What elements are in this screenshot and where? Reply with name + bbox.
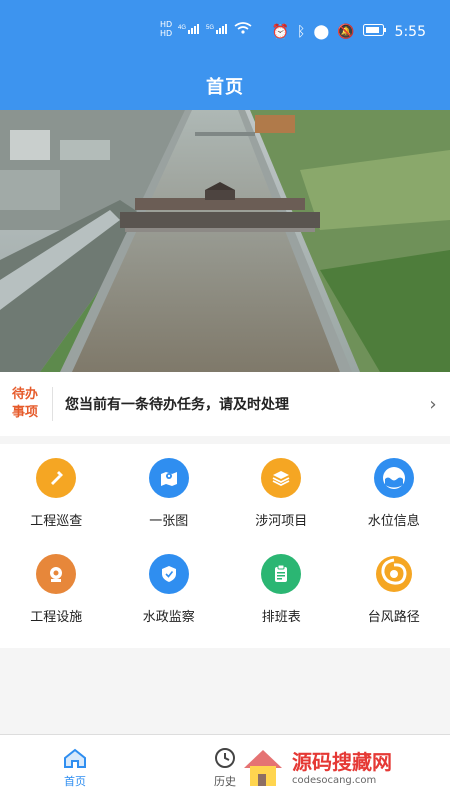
feature-label: 一张图 [149,514,189,529]
feature-item-inspection[interactable]: 工程巡查 [0,454,113,550]
watermark-logo-icon [244,750,282,786]
feature-label: 工程设施 [30,610,83,625]
watermark: 源码搜藏网 codesocang.com [240,746,440,792]
typhoon-icon [374,554,414,594]
todo-tag: 待办 事项 [0,386,50,422]
chevron-right-icon[interactable]: › [416,394,450,415]
feature-label: 水政监察 [142,610,195,625]
feature-item-water-level[interactable]: 水位信息 [338,454,450,550]
feature-label: 涉河项目 [255,514,308,529]
battery-icon [362,24,387,40]
feature-grid: 工程巡查 一张图 涉河项目 水位信息 工程设施 水政监察 排班表 台风路径 [0,444,450,648]
home-icon [64,748,86,768]
watermark-title: 源码搜藏网 [292,750,392,774]
location-icon: ⬤ [313,24,330,40]
signal-5g-icon: 5G [206,22,228,37]
todo-banner[interactable]: 待办 事项 您当前有一条待办任务，请及时处理 › [0,372,450,436]
feature-label: 排班表 [261,610,301,625]
tab-history-label: 历史 [214,774,236,788]
feature-label: 水位信息 [367,514,420,529]
hd-icon: HD HD [160,20,173,38]
hero-banner-image[interactable] [0,110,450,372]
facility-icon [36,554,77,594]
status-time: 5:55 [394,24,426,40]
feature-label: 台风路径 [367,610,420,625]
tab-home-label: 首页 [64,774,86,788]
feature-item-map[interactable]: 一张图 [113,454,226,550]
wifi-icon [234,21,252,37]
shield-icon [148,554,189,594]
page-title: 首页 [206,77,244,98]
mute-icon: 🔕 [337,24,355,40]
svg-text:5G: 5G [206,25,214,31]
todo-message: 您当前有一条待办任务，请及时处理 [65,397,289,413]
clipboard-icon [261,554,302,594]
clock-icon [215,747,235,768]
todo-tag-line2: 事项 [12,405,39,420]
water-level-icon [373,458,414,498]
flashlight-icon [36,458,77,498]
tab-home[interactable]: 首页 [0,735,150,800]
feature-label: 工程巡查 [30,514,83,529]
signal-4g-icon: 4G [178,22,200,37]
svg-text:4G: 4G [178,25,186,31]
watermark-url: codesocang.com [292,775,377,786]
alarm-icon: ⏰ [271,24,290,40]
feature-item-inspection-enforcement[interactable]: 水政监察 [113,550,226,646]
river-bridge-photo [0,110,450,372]
map-icon [148,458,189,498]
feature-item-schedule[interactable]: 排班表 [225,550,338,646]
todo-tag-line1: 待办 [12,387,39,402]
feature-item-facilities[interactable]: 工程设施 [0,550,113,646]
bluetooth-icon: ᛒ [297,24,306,40]
layers-icon [261,458,302,498]
status-right: ⏰ ᛒ ⬤ 🔕 5:55 [272,24,426,40]
feature-item-river-projects[interactable]: 涉河项目 [225,454,338,550]
feature-item-typhoon[interactable]: 台风路径 [338,550,450,646]
status-left: HD HD 4G 5G [160,20,252,38]
top-navbar: 首页 [0,62,450,110]
status-bar: HD HD 4G 5G ⏰ ᛒ ⬤ 🔕 5:55 [0,0,450,62]
watermark-text: 源码搜藏网 codesocang.com [292,752,392,786]
